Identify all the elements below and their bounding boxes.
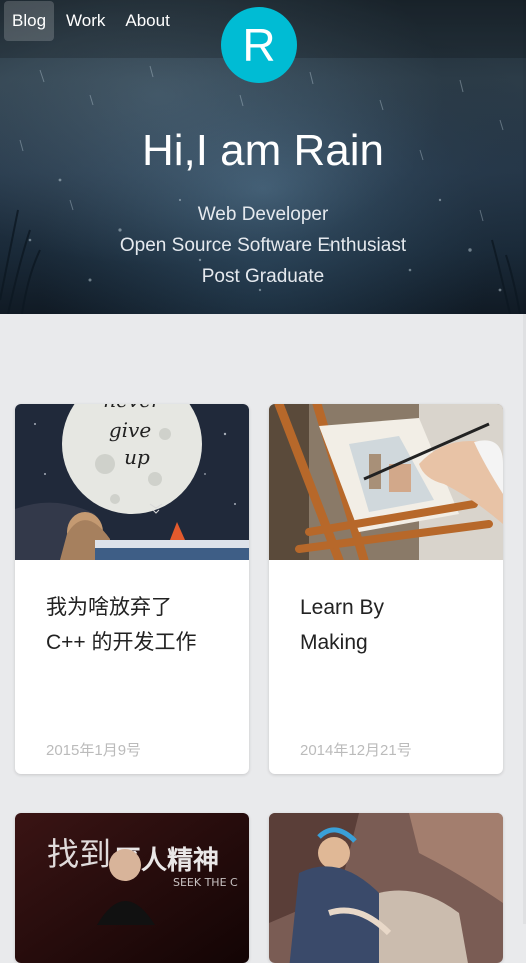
post-title-line: Making [300, 631, 368, 654]
moon-text: never [103, 404, 162, 412]
post-title[interactable]: Learn By Making [300, 590, 480, 660]
post-card[interactable]: 找到 匠人精神 SEEK THE C [15, 813, 249, 963]
post-title[interactable]: 我为啥放弃了 C++ 的开发工作 [46, 590, 226, 660]
post-card[interactable]: never give up 我为啥放弃了 C++ 的开发工作 2015年1月9号 [15, 404, 249, 774]
moon-text: give [109, 418, 151, 442]
nav-work[interactable]: Work [58, 1, 113, 41]
hero-banner: Blog Work About R Hi,I am Rain Web Devel… [0, 0, 526, 314]
post-date: 2015年1月9号 [46, 742, 142, 759]
post-thumbnail: 找到 匠人精神 SEEK THE C [15, 813, 249, 963]
slide-text: SEEK THE C [173, 876, 238, 889]
post-date: 2014年12月21号 [300, 742, 412, 759]
hero-subtitle: Open Source Software Enthusiast [119, 235, 407, 256]
moon-text: up [124, 445, 150, 469]
post-title-line: Learn By [300, 596, 385, 619]
post-thumbnail [269, 813, 503, 963]
hero-subtitle: Web Developer [197, 204, 329, 225]
main-nav: Blog Work About [4, 1, 178, 41]
post-card[interactable]: Learn By Making 2014年12月21号 [269, 404, 503, 774]
nav-about[interactable]: About [117, 1, 177, 41]
post-title-line: C++ 的开发工作 [46, 631, 197, 654]
post-card[interactable] [269, 813, 503, 963]
hero-subtitle: Post Graduate [201, 266, 325, 287]
nav-blog[interactable]: Blog [4, 1, 55, 41]
post-title-line: 我为啥放弃了 [46, 596, 172, 619]
post-thumbnail: never give up [15, 404, 249, 560]
hero-title: Hi,I am Rain [141, 126, 385, 175]
avatar[interactable]: R [221, 7, 297, 83]
post-thumbnail [269, 404, 503, 560]
slide-text: 找到 [47, 835, 111, 873]
